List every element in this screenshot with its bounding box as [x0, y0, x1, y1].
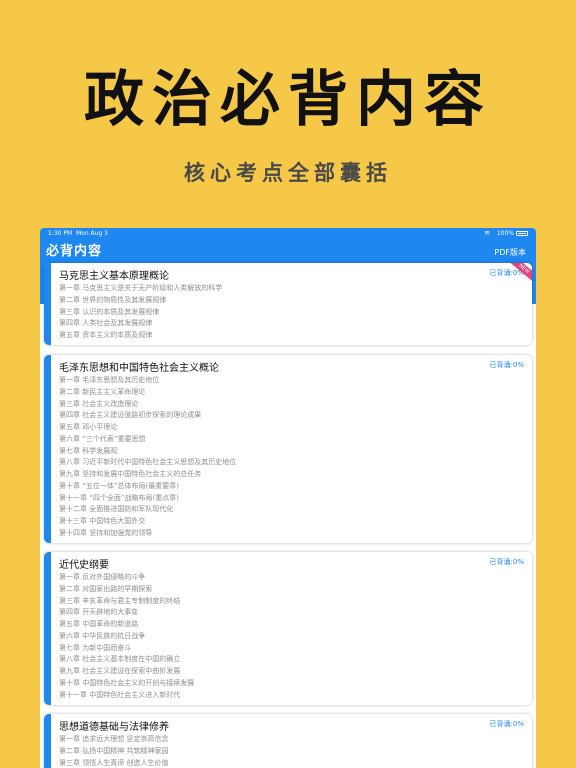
chapter-item[interactable]: 第二章 对国家出路的早期探索: [59, 584, 194, 596]
chapter-item[interactable]: 第十三章 中国特色大国外交: [59, 516, 236, 528]
chapter-item[interactable]: 第二章 弘扬中国精神 共筑精神家园: [59, 746, 168, 758]
chapter-item[interactable]: 第一章 反对外国侵略的斗争: [59, 572, 194, 584]
subject-card-marxism[interactable]: 马克思主义基本原理概论 已背诵:0% NEW 第一章 马克思主义是关于无产阶级和…: [44, 263, 532, 345]
device-screen: 1:30 PM Mon Aug 3 ≋ 100% 必背内容 PDF版本 马克思主…: [40, 228, 536, 768]
promo-subline: 核心考点全部囊括: [184, 161, 392, 185]
chapter-item[interactable]: 第四章 社会主义建设道路初步探索的理论成果: [59, 410, 236, 422]
card-title: 近代史纲要: [59, 560, 109, 571]
chapter-item[interactable]: 第五章 中国革命的新道路: [59, 619, 194, 631]
subject-card-mao-thought[interactable]: 毛泽东思想和中国特色社会主义概论 已背诵:0% 第一章 毛泽东思想及其历史地位 …: [44, 355, 532, 543]
chapter-item[interactable]: 第八章 习近平新时代中国特色社会主义思想及其历史地位: [59, 457, 236, 469]
chapter-item[interactable]: 第六章 “三个代表”重要思想: [59, 434, 236, 446]
status-time: 1:30 PM: [48, 230, 73, 237]
chapter-item[interactable]: 第十章 中国特色社会主义的开创与接续发展: [59, 678, 194, 690]
chapter-item[interactable]: 第七章 为新中国而奋斗: [59, 643, 194, 655]
chapter-list: 第一章 追求远大理想 坚定崇高信念 第二章 弘扬中国精神 共筑精神家园 第三章 …: [59, 734, 168, 768]
battery-percent: 100%: [496, 230, 514, 237]
chapter-item[interactable]: 第一章 马克思主义是关于无产阶级和人类解放的科学: [59, 283, 222, 295]
chapter-item[interactable]: 第八章 社会主义基本制度在中国的确立: [59, 654, 194, 666]
pdf-version-button[interactable]: PDF版本: [494, 247, 526, 258]
chapter-item[interactable]: 第十二章 全面推进国防和军队现代化: [59, 504, 236, 516]
page-title: 必背内容: [46, 244, 103, 259]
chapter-item[interactable]: 第十一章 中国特色社会主义进入新时代: [59, 690, 194, 702]
card-progress: 已背诵:0%: [489, 558, 524, 566]
card-accent-bar: [44, 355, 51, 543]
chapter-item[interactable]: 第五章 邓小平理论: [59, 422, 236, 434]
promo-headline: 政治必背内容: [84, 65, 492, 135]
chapter-item[interactable]: 第十四章 坚持和加强党的领导: [59, 528, 236, 540]
chapter-item[interactable]: 第二章 新民主主义革命理论: [59, 387, 236, 399]
chapter-item[interactable]: 第二章 世界的物质性及其发展规律: [59, 295, 222, 307]
status-bar: 1:30 PM Mon Aug 3 ≋ 100%: [40, 228, 536, 239]
battery-icon: [516, 231, 528, 236]
card-accent-bar: [44, 263, 51, 345]
chapter-list: 第一章 反对外国侵略的斗争 第二章 对国家出路的早期探索 第三章 辛亥革命与君主…: [59, 572, 194, 701]
chapter-item[interactable]: 第一章 追求远大理想 坚定崇高信念: [59, 734, 168, 746]
navigation-bar: 1:30 PM Mon Aug 3 ≋ 100% 必背内容 PDF版本: [40, 228, 536, 264]
chapter-item[interactable]: 第九章 社会主义建设在探索中曲折发展: [59, 666, 194, 678]
chapter-item[interactable]: 第十章 “五位一体”总体布局(最重要章): [59, 481, 236, 493]
chapter-item[interactable]: 第一章 毛泽东思想及其历史地位: [59, 375, 236, 387]
card-title: 马克思主义基本原理概论: [59, 271, 169, 282]
card-title: 毛泽东思想和中国特色社会主义概论: [59, 363, 219, 374]
wifi-icon: ≋: [484, 229, 490, 237]
card-progress: 已背诵:0%: [489, 720, 524, 728]
subject-card-ethics-law[interactable]: 思想道德基础与法律修养 已背诵:0% 第一章 追求远大理想 坚定崇高信念 第二章…: [44, 714, 532, 768]
chapter-item[interactable]: 第九章 坚持和发展中国特色社会主义的总任务: [59, 469, 236, 481]
chapter-item[interactable]: 第三章 领悟人生真谛 创造人生价值: [59, 758, 168, 768]
card-progress: 已背诵:0%: [489, 361, 524, 369]
chapter-item[interactable]: 第四章 人类社会及其发展规律: [59, 318, 222, 330]
chapter-item[interactable]: 第三章 辛亥革命与君主专制制度的终结: [59, 596, 194, 608]
chapter-item[interactable]: 第十一章 “四个全面”战略布局(重点章): [59, 493, 236, 505]
chapter-item[interactable]: 第三章 认识的本质及其发展规律: [59, 307, 222, 319]
card-accent-bar: [44, 714, 51, 768]
status-date: Mon Aug 3: [76, 230, 108, 237]
subject-card-modern-history[interactable]: 近代史纲要 已背诵:0% 第一章 反对外国侵略的斗争 第二章 对国家出路的早期探…: [44, 552, 532, 705]
chapter-item[interactable]: 第三章 社会主义改造理论: [59, 399, 236, 411]
chapter-item[interactable]: 第五章 资本主义的本质及规律: [59, 330, 222, 342]
chapter-item[interactable]: 第六章 中华民族的抗日战争: [59, 631, 194, 643]
chapter-list: 第一章 毛泽东思想及其历史地位 第二章 新民主主义革命理论 第三章 社会主义改造…: [59, 375, 236, 540]
chapter-item[interactable]: 第四章 开天辟地的大事变: [59, 607, 194, 619]
card-accent-bar: [44, 552, 51, 705]
card-title: 思想道德基础与法律修养: [59, 722, 169, 733]
chapter-item[interactable]: 第七章 科学发展观: [59, 446, 236, 458]
chapter-list: 第一章 马克思主义是关于无产阶级和人类解放的科学 第二章 世界的物质性及其发展规…: [59, 283, 222, 342]
